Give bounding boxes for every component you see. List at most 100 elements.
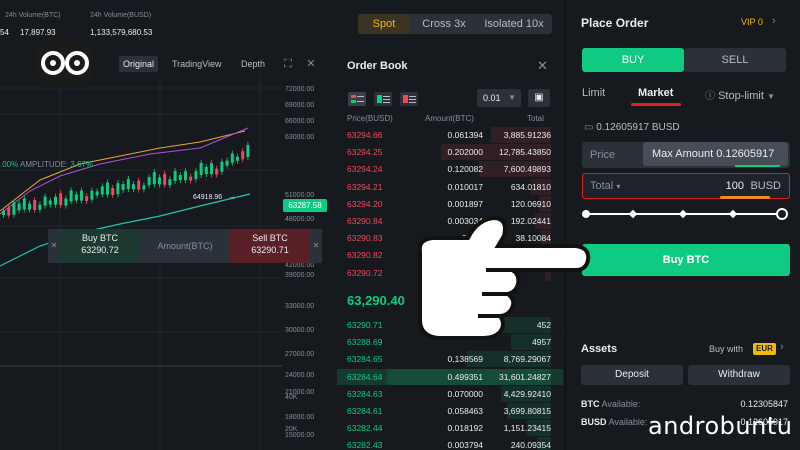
buy-btc-button[interactable]: Buy BTC — [582, 244, 790, 276]
total-underline — [720, 196, 770, 199]
total-label-text: Total — [590, 180, 614, 192]
bid-row[interactable]: 63282.44 0.018192 1,151.23415 — [337, 420, 563, 437]
btc-symbol: BTC — [581, 399, 600, 409]
ask-total: 7,600.49893 — [503, 164, 551, 175]
ask-price: 63290.83 — [347, 233, 383, 244]
amplitude-label: AMPLITUDE: — [20, 160, 69, 169]
view-bids-icon[interactable] — [374, 92, 392, 106]
btc-available-value: 0.12305847 — [740, 399, 788, 409]
quick-buy-button[interactable]: Buy BTC 63290.72 — [60, 229, 140, 263]
volume-busd-value: 1,133,579,680.53 — [90, 28, 153, 37]
volume-busd-label: 24h Volume(BUSD) — [90, 12, 152, 19]
order-book-title: Order Book — [347, 60, 408, 72]
ask-row[interactable]: 63294.21 0.010017 634.01810 — [337, 178, 563, 195]
price-axis-label: 48000.00 — [285, 216, 315, 223]
available-balance: ▭ 0.12605917 BUSD — [584, 122, 680, 133]
ask-amount: 0.001897 — [447, 198, 483, 209]
close-icon[interactable]: ✕ — [304, 57, 318, 71]
tab-spot[interactable]: Spot — [358, 14, 410, 34]
vip-badge[interactable]: VIP 0 — [741, 17, 763, 27]
amplitude-readout: .00% AMPLITUDE: 3.67% — [0, 160, 93, 169]
tab-depth[interactable]: Depth — [237, 56, 269, 72]
quick-sell-button[interactable]: Sell BTC 63290.71 — [230, 229, 310, 263]
price-axis-label: 39000.00 — [285, 272, 315, 279]
ask-price: 63294.24 — [347, 164, 383, 175]
quick-buy-price: 63290.72 — [81, 245, 119, 255]
deposit-button[interactable]: Deposit — [581, 365, 683, 385]
ask-row[interactable]: 63294.24 0.120082 7,600.49893 — [337, 161, 563, 178]
ask-total: 634.01810 — [510, 181, 551, 192]
price-axis-label: 33000.00 — [285, 303, 315, 310]
order-type-market[interactable]: Market — [638, 87, 673, 99]
slider-handle[interactable] — [776, 208, 788, 220]
precision-select[interactable]: 0.01 ▼ — [477, 89, 521, 107]
bid-price: 63288.69 — [347, 337, 383, 348]
ask-row[interactable]: 63294.25 0.202000 12,785.43850 — [337, 144, 563, 161]
dropdown-icon: ▼ — [508, 93, 516, 102]
bid-row[interactable]: 63284.65 0.138569 8,769.29067 — [337, 351, 563, 368]
amplitude-prefix: .00% — [0, 160, 19, 169]
price-axis-label: 30000.00 — [285, 327, 315, 334]
ask-price: 63294.21 — [347, 181, 383, 192]
header-price: Price(BUSD) — [347, 114, 393, 123]
price-axis-label: 72000.00 — [285, 86, 315, 93]
mid-price: 63,290.40 — [347, 293, 405, 308]
logo-icon — [27, 33, 103, 93]
bid-price: 63284.65 — [347, 354, 383, 365]
price-change-value: 54 — [0, 28, 9, 37]
bid-total: 3,699.80815 — [503, 406, 551, 416]
sell-tab[interactable]: SELL — [684, 48, 786, 72]
bid-total: 1,151.23415 — [503, 423, 551, 434]
hand-pointer-icon — [417, 215, 591, 340]
slider-step-75[interactable] — [728, 209, 738, 219]
total-value: 100 — [725, 180, 744, 192]
tab-isolated[interactable]: Isolated 10x — [476, 14, 552, 34]
more-icon[interactable]: ▣ — [528, 89, 550, 107]
quick-amount-input[interactable]: Amount(BTC) — [140, 229, 230, 263]
bid-row[interactable]: 63284.63 0.070000 4,429.92410 — [337, 385, 563, 402]
view-asks-icon[interactable] — [400, 92, 418, 106]
chevron-right-icon[interactable]: › — [772, 15, 776, 27]
header-total: Total — [527, 114, 544, 123]
currency-badge[interactable]: EUR — [753, 343, 776, 355]
bid-price: 63284.63 — [347, 388, 383, 399]
quick-sell-price: 63290.71 — [251, 245, 289, 255]
bid-total: 8,769.29067 — [503, 354, 551, 365]
info-icon: ⓘ — [705, 91, 715, 102]
order-type-stop-limit[interactable]: ⓘ Stop-limit ▼ — [705, 87, 775, 102]
bid-row[interactable]: 63284.61 0.058463 3,699.80815 — [337, 403, 563, 419]
price-chart[interactable]: .00% AMPLITUDE: 3.67% 64918.96 → 63287.5… — [0, 76, 335, 450]
volume-btc-label: 24h Volume(BTC) — [5, 12, 61, 19]
close-icon[interactable]: ✕ — [537, 58, 548, 74]
expand-icon[interactable]: ⛶ — [281, 57, 295, 71]
order-type-limit[interactable]: Limit — [582, 87, 605, 99]
bid-row[interactable]: 63284.64 0.499351 31,601.24827 — [337, 368, 563, 385]
bid-amount: 0.499351 — [447, 371, 483, 382]
busd-available-text: Available: — [608, 417, 648, 427]
withdraw-button[interactable]: Withdraw — [688, 365, 790, 385]
slider-step-50[interactable] — [678, 209, 688, 219]
bid-row[interactable]: 63282.43 0.003794 240.09354 — [337, 437, 563, 450]
total-label[interactable]: Total ▾ — [590, 180, 620, 192]
slider-step-25[interactable] — [628, 209, 638, 219]
buy-with-label[interactable]: Buy with — [709, 344, 743, 354]
price-axis-label: 66000.00 — [285, 118, 315, 125]
chart-high-label: 64918.96 — [193, 194, 223, 201]
tab-tradingview[interactable]: TradingView — [168, 56, 226, 72]
price-axis-label: 24000.00 — [285, 372, 315, 379]
quick-trade-collapse-icon[interactable]: ✕ — [48, 229, 60, 263]
ask-row[interactable]: 63294.20 0.001897 120.06910 — [337, 195, 563, 212]
tab-cross[interactable]: Cross 3x — [414, 14, 474, 34]
view-both-icon[interactable] — [348, 92, 366, 106]
ask-row[interactable]: 63294.66 0.061394 3,885.91236 — [337, 127, 563, 143]
quick-trade-close-icon[interactable]: ✕ — [310, 229, 322, 263]
amount-slider[interactable] — [582, 207, 788, 221]
ask-price: 63290.84 — [347, 216, 383, 226]
ask-price: 63290.72 — [347, 267, 383, 278]
chevron-right-icon[interactable]: › — [780, 341, 784, 353]
buy-tab[interactable]: BUY — [582, 48, 684, 72]
margin-mode-tabs: Spot Cross 3x Isolated 10x — [358, 14, 552, 34]
tab-original[interactable]: Original — [119, 56, 159, 72]
ask-price: 63294.66 — [347, 130, 383, 140]
bid-price: 63290.71 — [347, 320, 383, 330]
